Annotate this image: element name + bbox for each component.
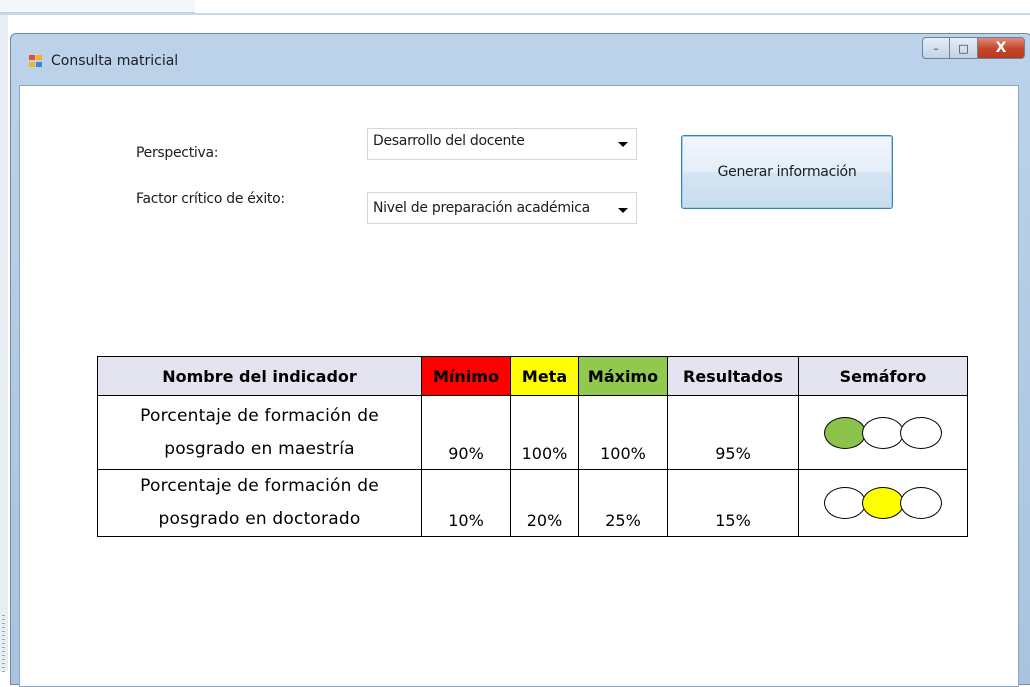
caption-buttons: – □ X [922,37,1025,59]
title-bar[interactable]: Consulta matricial – □ X [11,34,1030,84]
table-row: Porcentaje de formación de posgrado en d… [97,469,968,537]
maximo-cell: 25% [578,469,668,537]
maximize-button[interactable]: □ [950,37,978,59]
minimize-icon: – [933,41,939,55]
client-area: Perspectiva: Desarrollo del docente Fact… [19,85,1019,687]
minimize-button[interactable]: – [922,37,950,59]
traffic-light-lamp [900,416,942,449]
generate-button[interactable]: Generar información [681,135,893,209]
maximo-cell: 100% [578,395,668,470]
semaforo-cell [798,395,968,470]
desktop-left-edge [0,15,8,675]
traffic-light-lamp [862,487,904,519]
factor-combobox[interactable]: Nivel de preparación académica [367,192,637,224]
perspectiva-label: Perspectiva: [136,145,219,161]
traffic-light-lamp [824,487,866,519]
app-window: Consulta matricial – □ X Perspectiva: De… [10,33,1030,687]
minimo-cell: 10% [421,469,511,537]
indicator-name-cell: Porcentaje de formación de posgrado en d… [97,469,422,537]
chevron-down-icon[interactable] [618,208,628,213]
header-maximo: Máximo [578,356,668,396]
traffic-light-lamp [862,416,904,449]
close-button[interactable]: X [978,37,1025,59]
meta-cell: 20% [510,469,579,537]
indicator-table: Nombre del indicador Mínimo Meta Máximo … [97,356,968,537]
minimo-cell: 90% [421,395,511,470]
indicator-name-line: posgrado en maestría [164,438,355,459]
semaforo-cell [798,469,968,537]
header-semaforo: Semáforo [798,356,968,396]
window-title: Consulta matricial [51,53,179,69]
table-row: Porcentaje de formación de posgrado en m… [97,395,968,470]
desktop-taskbar-segment [0,0,195,13]
header-minimo: Mínimo [421,356,511,396]
close-icon: X [995,40,1007,56]
generate-button-label: Generar información [717,164,857,180]
traffic-light-lamp [824,416,866,449]
resultados-cell: 95% [667,395,799,470]
desktop-top-strip [0,0,1030,14]
traffic-light-lamp [900,487,942,519]
meta-cell: 100% [510,395,579,470]
traffic-light-icon [799,413,967,453]
chevron-down-icon[interactable] [618,142,628,147]
header-nombre: Nombre del indicador [97,356,422,396]
traffic-light-icon [799,483,967,523]
header-resultados: Resultados [667,356,799,396]
maximize-icon: □ [958,41,969,55]
desktop-divider [0,13,1030,15]
indicator-name-line: Porcentaje de formación de [140,405,379,426]
indicator-name-line: posgrado en doctorado [158,509,361,529]
perspectiva-value: Desarrollo del docente [373,133,525,149]
factor-label: Factor crítico de éxito: [136,191,285,207]
table-header-row: Nombre del indicador Mínimo Meta Máximo … [97,356,968,396]
factor-value: Nivel de preparación académica [373,200,590,216]
header-meta: Meta [510,356,579,396]
perspectiva-combobox[interactable]: Desarrollo del docente [367,128,637,160]
indicator-name-line: Porcentaje de formación de [140,476,379,496]
app-icon [29,55,43,68]
indicator-name-cell: Porcentaje de formación de posgrado en m… [97,395,422,470]
resultados-cell: 15% [667,469,799,537]
